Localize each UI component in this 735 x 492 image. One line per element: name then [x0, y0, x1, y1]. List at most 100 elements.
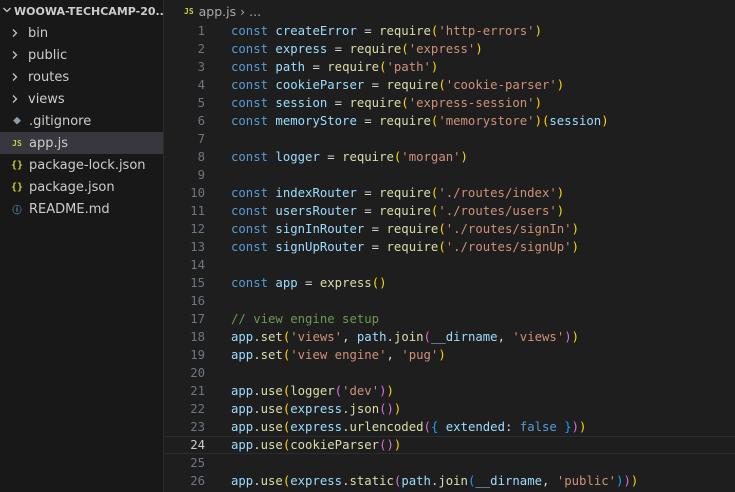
file-item[interactable]: ◆ .gitignore: [0, 110, 163, 132]
line-number: 25: [190, 456, 205, 470]
code-line[interactable]: 3 const path = require('path'): [164, 58, 735, 76]
line-number: 15: [190, 276, 205, 290]
code-line[interactable]: 18 app.set('views', path.join(__dirname, …: [164, 328, 735, 346]
code-line[interactable]: 2 const express = require('express'): [164, 40, 735, 58]
line-number: 20: [190, 366, 205, 380]
line-number: 5: [197, 96, 205, 110]
code-text: app.use(cookieParser()): [231, 438, 402, 452]
folder-item[interactable]: bin: [0, 22, 163, 44]
breadcrumb: JS app.js › ...: [164, 0, 735, 22]
code-line[interactable]: 6 const memoryStore = require('memorystor…: [164, 112, 735, 130]
json-file-icon: {}: [10, 159, 24, 171]
explorer-root-folder[interactable]: WOOWA-TECHCAMP-20...: [0, 0, 163, 22]
folder-item[interactable]: public: [0, 44, 163, 66]
line-number: 24: [190, 438, 205, 452]
file-item[interactable]: {} package.json: [0, 176, 163, 198]
code-line[interactable]: 15 const app = express(): [164, 274, 735, 292]
file-item[interactable]: JS app.js: [0, 132, 163, 154]
code-line[interactable]: 17 // view engine setup: [164, 310, 735, 328]
code-line[interactable]: 26 app.use(express.static(path.join(__dir…: [164, 472, 735, 490]
code-text: app.use(express.static(path.join(__dirna…: [231, 474, 639, 488]
javascript-file-icon: JS: [184, 6, 194, 16]
code-line[interactable]: 25: [164, 454, 735, 472]
code-line[interactable]: 19 app.set('view engine', 'pug'): [164, 346, 735, 364]
code-text: // view engine setup: [231, 312, 380, 326]
tree-item-label: README.md: [29, 201, 110, 217]
code-line[interactable]: 20: [164, 364, 735, 382]
code-line[interactable]: 23 app.use(express.urlencoded({ extended:…: [164, 418, 735, 436]
tree-item-label: public: [28, 47, 68, 63]
code-text: const signUpRouter = require('./routes/s…: [231, 240, 579, 254]
code-line[interactable]: 1 const createError = require('http-error…: [164, 22, 735, 40]
line-number: 11: [190, 204, 205, 218]
code-line[interactable]: 13 const signUpRouter = require('./routes…: [164, 238, 735, 256]
code-line[interactable]: 22 app.use(express.json()): [164, 400, 735, 418]
tree-item-label: routes: [28, 69, 70, 85]
tree-item-label: bin: [28, 25, 49, 41]
code-line[interactable]: 14: [164, 256, 735, 274]
json-file-icon: {}: [10, 181, 24, 193]
code-text: app.set('views', path.join(__dirname, 'v…: [231, 330, 580, 344]
code-line[interactable]: 10 const indexRouter = require('./routes/…: [164, 184, 735, 202]
file-tree: bin public routes views ◆ .gitignore JS app.js {…: [0, 22, 163, 220]
breadcrumb-symbols[interactable]: ...: [249, 4, 261, 19]
code-text: const app = express(): [231, 276, 387, 290]
folder-item[interactable]: routes: [0, 66, 163, 88]
line-number: 17: [190, 312, 205, 326]
line-number: 23: [190, 420, 205, 434]
code-text: const path = require('path'): [231, 60, 439, 74]
chevron-right-icon: [10, 94, 24, 104]
code-line[interactable]: 9: [164, 166, 735, 184]
folder-item[interactable]: views: [0, 88, 163, 110]
info-file-icon: ⓘ: [12, 205, 22, 216]
line-number: 8: [197, 150, 205, 164]
code-line[interactable]: 12 const signInRouter = require('./routes…: [164, 220, 735, 238]
line-number: 26: [190, 474, 205, 488]
line-number: 12: [190, 222, 205, 236]
code-text: const signInRouter = require('./routes/s…: [231, 222, 579, 236]
line-number: 4: [197, 78, 205, 92]
line-number: 13: [190, 240, 205, 254]
file-item[interactable]: {} package-lock.json: [0, 154, 163, 176]
line-number: 7: [197, 132, 205, 146]
code-text: app.use(express.json()): [231, 402, 402, 416]
code-line[interactable]: 7: [164, 130, 735, 148]
line-number: 6: [197, 114, 205, 128]
line-number: 1: [197, 24, 205, 38]
editor-pane[interactable]: JS app.js › ... 1 const createError = req…: [164, 0, 735, 492]
chevron-right-icon: [10, 28, 24, 38]
line-number: 14: [190, 258, 205, 272]
code-text: const express = require('express'): [231, 42, 483, 56]
code-text: const indexRouter = require('./routes/in…: [231, 186, 565, 200]
code-text: const session = require('express-session…: [231, 96, 542, 110]
code-line[interactable]: 5 const session = require('express-sessio…: [164, 94, 735, 112]
line-number: 2: [197, 42, 205, 56]
line-number: 16: [190, 294, 205, 308]
code-line[interactable]: 24 app.use(cookieParser()): [164, 436, 735, 454]
code-text: app.use(express.urlencoded({ extended: f…: [231, 420, 587, 434]
code-text: const logger = require('morgan'): [231, 150, 468, 164]
code-line[interactable]: 21 app.use(logger('dev')): [164, 382, 735, 400]
code-line[interactable]: 4 const cookieParser = require('cookie-pa…: [164, 76, 735, 94]
code-line[interactable]: 16: [164, 292, 735, 310]
code-text: const usersRouter = require('./routes/us…: [231, 204, 565, 218]
tree-item-label: app.js: [29, 135, 68, 151]
code-line[interactable]: 11 const usersRouter = require('./routes/…: [164, 202, 735, 220]
tree-item-label: .gitignore: [29, 113, 92, 129]
line-number: 22: [190, 402, 205, 416]
file-item[interactable]: ⓘ README.md: [0, 198, 163, 220]
git-file-icon: ◆: [13, 113, 21, 128]
code-line[interactable]: 8 const logger = require('morgan'): [164, 148, 735, 166]
line-number: 21: [190, 384, 205, 398]
javascript-file-icon: JS: [12, 138, 22, 148]
breadcrumb-file[interactable]: app.js: [199, 4, 237, 19]
tree-item-label: views: [28, 91, 65, 107]
code-text: app.use(logger('dev')): [231, 384, 394, 398]
chevron-right-icon: [10, 50, 24, 60]
line-number: 19: [190, 348, 205, 362]
tree-item-label: package-lock.json: [29, 157, 146, 173]
explorer-sidebar: WOOWA-TECHCAMP-20... bin public routes view…: [0, 0, 164, 492]
chevron-right-icon: [10, 72, 24, 82]
chevron-down-icon[interactable]: [2, 5, 12, 18]
code-area[interactable]: 1 const createError = require('http-error…: [164, 22, 735, 490]
